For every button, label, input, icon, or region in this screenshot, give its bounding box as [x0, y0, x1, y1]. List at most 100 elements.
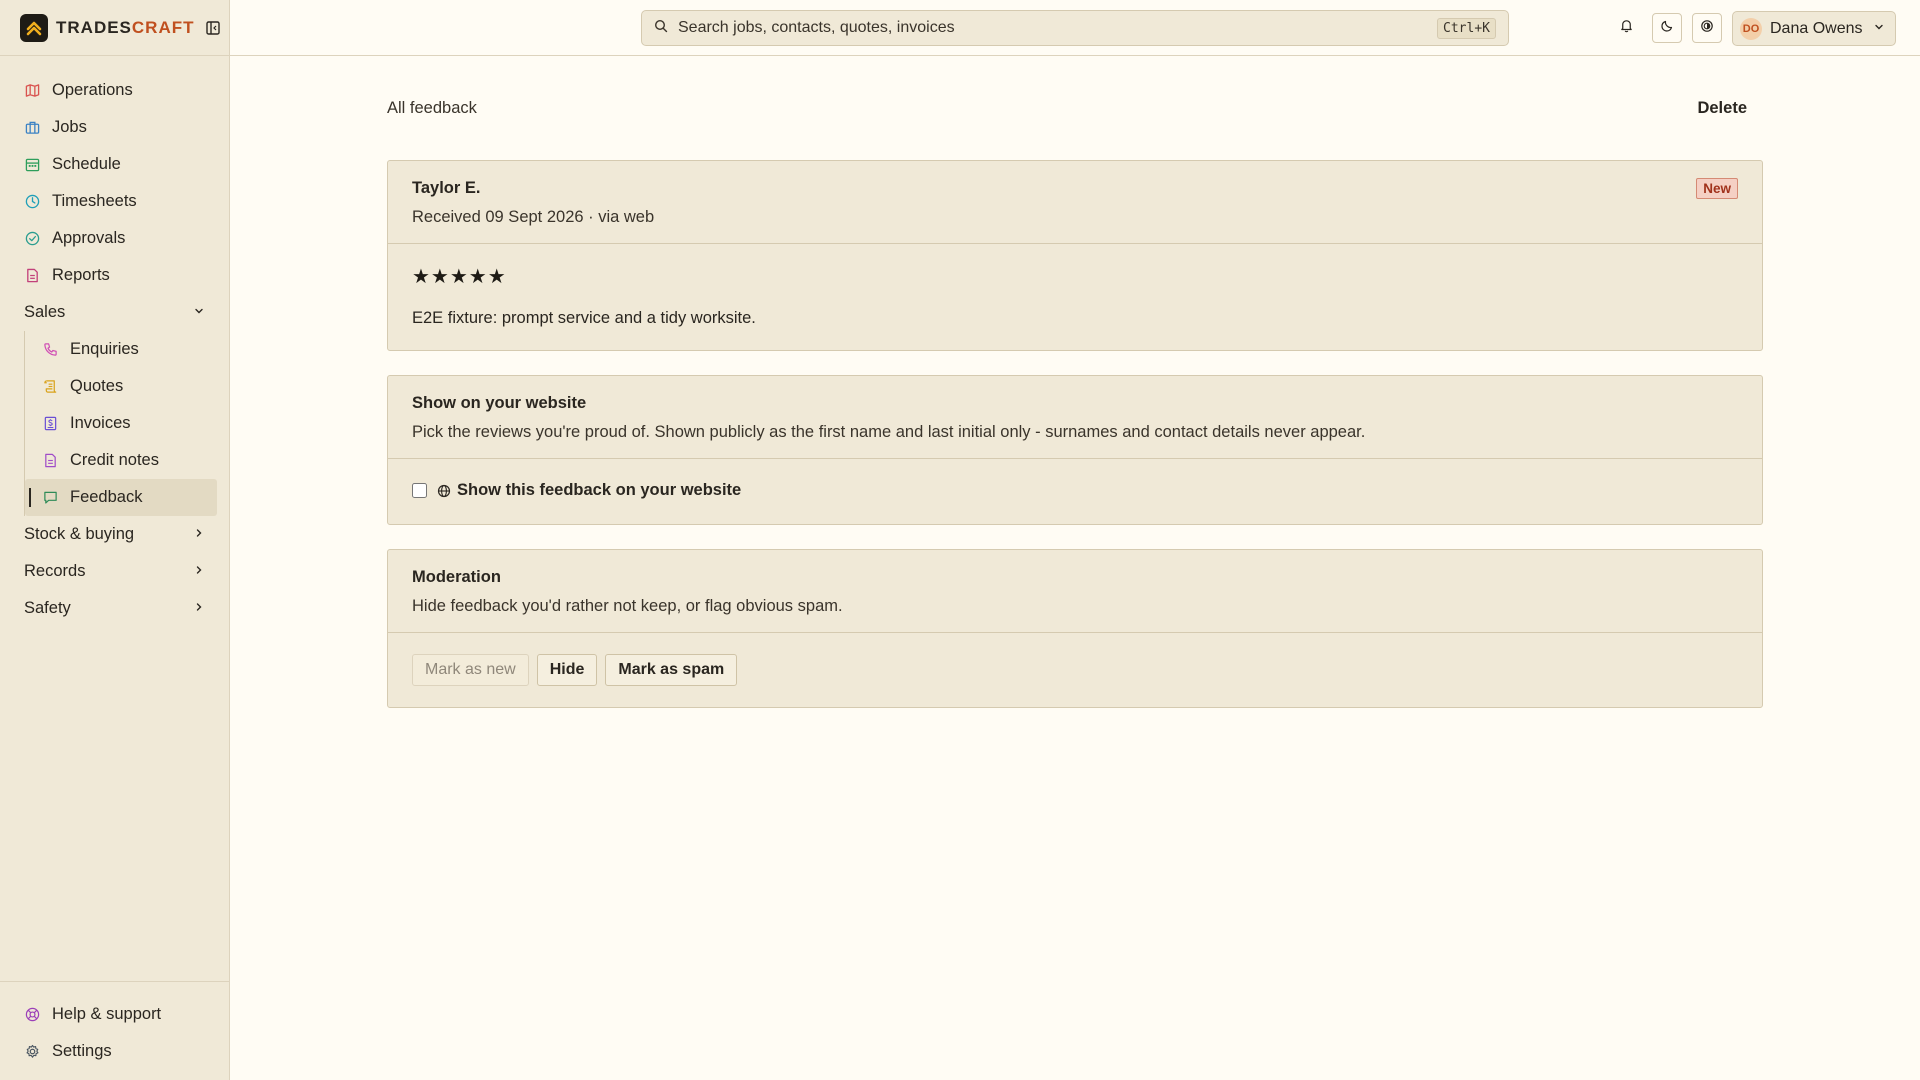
- user-name: Dana Owens: [1770, 19, 1863, 37]
- brand: TRADESCRAFT: [0, 0, 229, 56]
- moderation-header: Moderation Hide feedback you'd rather no…: [388, 550, 1762, 633]
- bell-icon: [1619, 18, 1634, 38]
- mark-as-spam-button[interactable]: Mark as spam: [605, 654, 738, 686]
- contrast-button[interactable]: [1692, 13, 1722, 43]
- website-title: Show on your website: [412, 394, 587, 412]
- sidebar-item-quotes[interactable]: Quotes: [25, 368, 217, 405]
- sidebar-item-label: Schedule: [52, 155, 121, 173]
- sidebar-item-approvals[interactable]: Approvals: [0, 220, 229, 257]
- sidebar-item-help[interactable]: Help & support: [0, 996, 229, 1033]
- contrast-icon: [1700, 19, 1714, 38]
- sales-subnav: Enquiries Quotes Invoices Credit notes F…: [24, 331, 229, 516]
- status-badge: New: [1696, 178, 1738, 199]
- sidebar-item-label: Settings: [52, 1042, 112, 1060]
- sidebar-group-safety[interactable]: Safety: [0, 590, 229, 627]
- sidebar-group-label: Stock & buying: [24, 525, 135, 543]
- sidebar-item-label: Reports: [52, 266, 110, 284]
- sidebar-group-label: Safety: [24, 599, 71, 617]
- moderation-title: Moderation: [412, 568, 501, 586]
- user-menu[interactable]: DO Dana Owens: [1732, 11, 1896, 46]
- sidebar-item-credit-notes[interactable]: Credit notes: [25, 442, 217, 479]
- avatar: DO: [1740, 17, 1762, 40]
- moon-icon: [1660, 19, 1674, 38]
- map-icon: [24, 83, 40, 99]
- breadcrumb[interactable]: All feedback: [387, 99, 477, 118]
- sidebar-item-label: Jobs: [52, 118, 87, 136]
- clock-icon: [24, 194, 40, 210]
- notifications-button[interactable]: [1611, 13, 1641, 43]
- sidebar: TRADESCRAFT Operations Jobs Schedule Tim…: [0, 0, 230, 1080]
- mark-as-new-button[interactable]: Mark as new: [412, 654, 529, 686]
- sidebar-item-operations[interactable]: Operations: [0, 72, 229, 109]
- topbar: Ctrl+K DO Dana Owens: [230, 0, 1920, 56]
- sidebar-item-invoices[interactable]: Invoices: [25, 405, 217, 442]
- sidebar-item-label: Feedback: [70, 488, 143, 506]
- sidebar-group-records[interactable]: Records: [0, 553, 229, 590]
- sidebar-item-label: Timesheets: [52, 192, 137, 210]
- collapse-sidebar-icon[interactable]: [204, 19, 222, 37]
- sidebar-item-label: Invoices: [70, 414, 131, 432]
- feedback-header: Taylor E. Received 09 Sept 2026 · via we…: [388, 161, 1762, 244]
- scroll-icon: [42, 379, 58, 395]
- sidebar-item-feedback[interactable]: Feedback: [25, 479, 217, 516]
- moderation-actions: Mark as new Hide Mark as spam: [388, 633, 1762, 707]
- page-header: All feedback Delete: [387, 56, 1763, 160]
- feedback-body: ★★★★★ E2E fixture: prompt service and a …: [388, 244, 1762, 350]
- show-on-website-row[interactable]: Show this feedback on your website: [388, 459, 1762, 524]
- sidebar-item-timesheets[interactable]: Timesheets: [0, 183, 229, 220]
- feedback-author: Taylor E.: [412, 179, 481, 197]
- check-circle-icon: [24, 231, 40, 247]
- moderation-description: Hide feedback you'd rather not keep, or …: [412, 597, 843, 615]
- feedback-card: Taylor E. Received 09 Sept 2026 · via we…: [387, 160, 1763, 351]
- file-icon: [42, 453, 58, 469]
- chevron-down-icon: [193, 303, 205, 322]
- shortcut-hint: Ctrl+K: [1437, 17, 1496, 39]
- sidebar-item-label: Quotes: [70, 377, 124, 395]
- chevron-right-icon: [193, 599, 205, 618]
- sidebar-item-settings[interactable]: Settings: [0, 1033, 229, 1070]
- sidebar-item-label: Operations: [52, 81, 133, 99]
- show-on-website-label: Show this feedback on your website: [457, 481, 742, 499]
- message-icon: [42, 490, 58, 506]
- search-input[interactable]: [678, 19, 1438, 37]
- gear-icon: [24, 1044, 40, 1060]
- sidebar-item-schedule[interactable]: Schedule: [0, 146, 229, 183]
- sidebar-group-sales[interactable]: Sales: [0, 294, 229, 331]
- delete-button[interactable]: Delete: [1697, 99, 1747, 118]
- sidebar-item-jobs[interactable]: Jobs: [0, 109, 229, 146]
- calendar-icon: [24, 157, 40, 173]
- website-description: Pick the reviews you're proud of. Shown …: [412, 423, 1366, 441]
- feedback-received: Received 09 Sept 2026 · via web: [412, 208, 655, 226]
- sidebar-item-enquiries[interactable]: Enquiries: [25, 331, 217, 368]
- sidebar-group-label: Records: [24, 562, 86, 580]
- moderation-card: Moderation Hide feedback you'd rather no…: [387, 549, 1763, 708]
- phone-icon: [42, 342, 58, 358]
- chevron-right-icon: [193, 525, 205, 544]
- search-bar[interactable]: Ctrl+K: [641, 10, 1509, 46]
- star-rating: ★★★★★: [412, 266, 507, 288]
- sidebar-item-label: Approvals: [52, 229, 126, 247]
- sidebar-group-label: Sales: [24, 303, 66, 321]
- chevron-down-icon: [1873, 20, 1885, 38]
- briefcase-icon: [24, 120, 40, 136]
- search-icon: [654, 19, 668, 38]
- dark-mode-button[interactable]: [1652, 13, 1682, 43]
- sidebar-item-label: Credit notes: [70, 451, 159, 469]
- lifebuoy-icon: [24, 1007, 40, 1023]
- website-header: Show on your website Pick the reviews yo…: [388, 376, 1762, 459]
- brand-name: TRADESCRAFT: [56, 17, 195, 37]
- hide-button[interactable]: Hide: [536, 654, 598, 686]
- invoice-icon: [42, 416, 58, 432]
- sidebar-group-stock-buying[interactable]: Stock & buying: [0, 516, 229, 553]
- sidebar-bottom: Help & support Settings: [0, 981, 229, 1080]
- website-card: Show on your website Pick the reviews yo…: [387, 375, 1763, 525]
- sidebar-item-reports[interactable]: Reports: [0, 257, 229, 294]
- sidebar-nav: Operations Jobs Schedule Timesheets Appr…: [0, 56, 229, 627]
- show-on-website-checkbox[interactable]: [412, 483, 427, 498]
- sidebar-item-label: Enquiries: [70, 340, 139, 358]
- logo-icon[interactable]: [20, 13, 48, 42]
- chevron-right-icon: [193, 562, 205, 581]
- feedback-comment: E2E fixture: prompt service and a tidy w…: [412, 309, 756, 327]
- main-content: All feedback Delete Taylor E. Received 0…: [387, 56, 1763, 732]
- globe-icon: [437, 484, 451, 498]
